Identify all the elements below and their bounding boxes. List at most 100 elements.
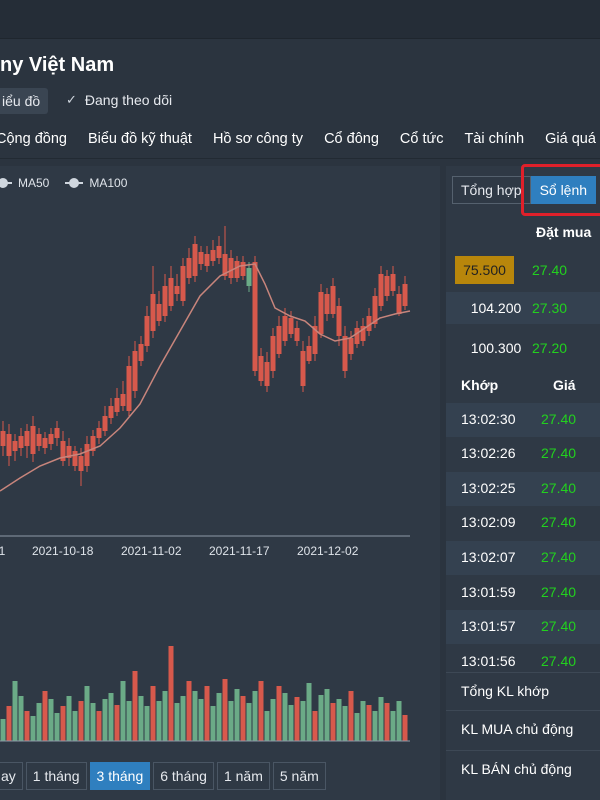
volume-bar <box>78 701 84 741</box>
match-price: 27.40 <box>541 411 577 427</box>
volume-bar <box>102 699 108 741</box>
volume-bar <box>42 691 48 741</box>
period-3-months[interactable]: 3 tháng <box>89 762 151 790</box>
candle-body <box>192 244 198 276</box>
segment-summary[interactable]: Tổng hợp <box>452 176 531 204</box>
candle-body <box>318 292 324 334</box>
candle-body <box>6 434 12 456</box>
volume-bar <box>318 695 324 741</box>
match-time: 13:02:25 <box>461 480 516 496</box>
tab-technical-chart[interactable]: Biểu đồ kỹ thuật <box>88 131 192 147</box>
follow-button[interactable]: ✓ Đang theo dõi <box>66 92 172 108</box>
summary-row: KL BÁN chủ động <box>446 750 600 789</box>
volume-bar <box>216 693 222 741</box>
volume-bar <box>186 681 192 741</box>
volume-bar <box>366 705 372 741</box>
volume-bar <box>204 686 210 741</box>
volume-bar <box>348 691 354 741</box>
volume-bar <box>138 696 144 741</box>
volume-bar <box>336 699 342 741</box>
candle-body <box>78 456 84 471</box>
candle-body <box>210 250 216 261</box>
period-6-months[interactable]: 6 tháng <box>153 762 214 790</box>
volume-bar <box>84 686 90 741</box>
candle-body <box>234 261 240 278</box>
volume-bar <box>144 706 150 741</box>
volume-bar <box>192 691 198 741</box>
volume-bar <box>396 701 402 741</box>
volume-bar <box>6 706 12 741</box>
candle-body <box>102 416 108 431</box>
candle-body <box>300 351 306 386</box>
tab-shareholders[interactable]: Cổ đông <box>324 131 379 147</box>
match-time: 13:02:30 <box>461 411 516 427</box>
volume-bar <box>342 706 348 741</box>
orderbook-row: 100.300 27.20 <box>446 332 600 364</box>
volume-bar <box>114 705 120 741</box>
candle-body <box>240 262 246 276</box>
period-5-years[interactable]: 5 năm <box>272 762 326 790</box>
candle-body <box>246 268 252 286</box>
candle-body <box>252 262 258 371</box>
volume-bar <box>174 703 180 741</box>
match-row: 13:02:07 27.40 <box>446 541 600 575</box>
volume-bar <box>384 703 390 741</box>
match-time: 13:01:56 <box>461 653 516 669</box>
volume-bar <box>24 711 30 741</box>
page-title: ny Việt Nam <box>0 54 115 76</box>
volume-bar <box>234 689 240 741</box>
volume-bar <box>156 701 162 741</box>
period-day[interactable]: ay <box>0 762 23 790</box>
tab-community[interactable]: Cộng đồng <box>0 131 67 147</box>
match-price: 27.40 <box>541 514 577 530</box>
volume-bar <box>120 681 126 741</box>
candle-body <box>48 434 54 444</box>
match-price: 27.40 <box>541 445 577 461</box>
candle-body <box>342 336 348 371</box>
tab-company-profile[interactable]: Hồ sơ công ty <box>213 131 303 147</box>
volume-bar <box>48 699 54 741</box>
candle-body <box>174 286 180 294</box>
volume-bar <box>390 711 396 741</box>
volume-bar <box>306 683 312 741</box>
volume-bar <box>162 691 168 741</box>
volume-bar <box>402 715 408 741</box>
volume-bar <box>12 681 18 741</box>
match-row: 13:01:56 27.40 <box>446 645 600 671</box>
candle-body <box>156 304 162 321</box>
volume-bar <box>258 681 264 741</box>
summary-row: Tổng KL khớp <box>446 672 600 711</box>
candle-body <box>330 286 336 314</box>
candle-body <box>30 426 36 454</box>
period-1-year[interactable]: 1 năm <box>216 762 270 790</box>
volume-bar <box>354 713 360 741</box>
volume-bar <box>282 693 288 741</box>
match-row: 13:01:57 27.40 <box>446 610 600 644</box>
tab-dividends[interactable]: Cổ tức <box>400 131 444 147</box>
volume-bar <box>228 701 234 741</box>
period-1-month[interactable]: 1 tháng <box>25 762 87 790</box>
volume-bar <box>276 686 282 741</box>
volume-bar <box>96 711 102 741</box>
period-selector: ay 1 tháng 3 tháng 6 tháng 1 năm 5 năm <box>0 762 329 790</box>
match-row: 13:02:26 27.40 <box>446 437 600 471</box>
volume-bar <box>108 693 114 741</box>
volume-bar <box>132 671 138 741</box>
orderbook-row: 104.200 27.30 <box>446 292 600 324</box>
candle-body <box>162 286 168 316</box>
candle-body <box>132 351 138 391</box>
candlestick-chart[interactable]: 01 2021-10-18 2021-11-02 2021-11-17 2021… <box>0 166 440 756</box>
summary-total-volume: Tổng KL khớp <box>461 683 550 699</box>
candle-body <box>126 366 132 411</box>
tab-finance[interactable]: Tài chính <box>464 131 524 147</box>
candle-body <box>378 274 384 306</box>
candle-body <box>0 431 6 446</box>
volume-bar <box>288 705 294 741</box>
candle-body <box>84 444 90 466</box>
tab-price-history[interactable]: Giá quá <box>545 131 596 147</box>
x-label: 2021-10-18 <box>32 544 94 558</box>
chart-button[interactable]: iểu đồ <box>0 88 49 114</box>
candle-body <box>228 258 234 278</box>
bid-price: 27.40 <box>532 262 568 278</box>
x-label: 2021-12-02 <box>297 544 359 558</box>
